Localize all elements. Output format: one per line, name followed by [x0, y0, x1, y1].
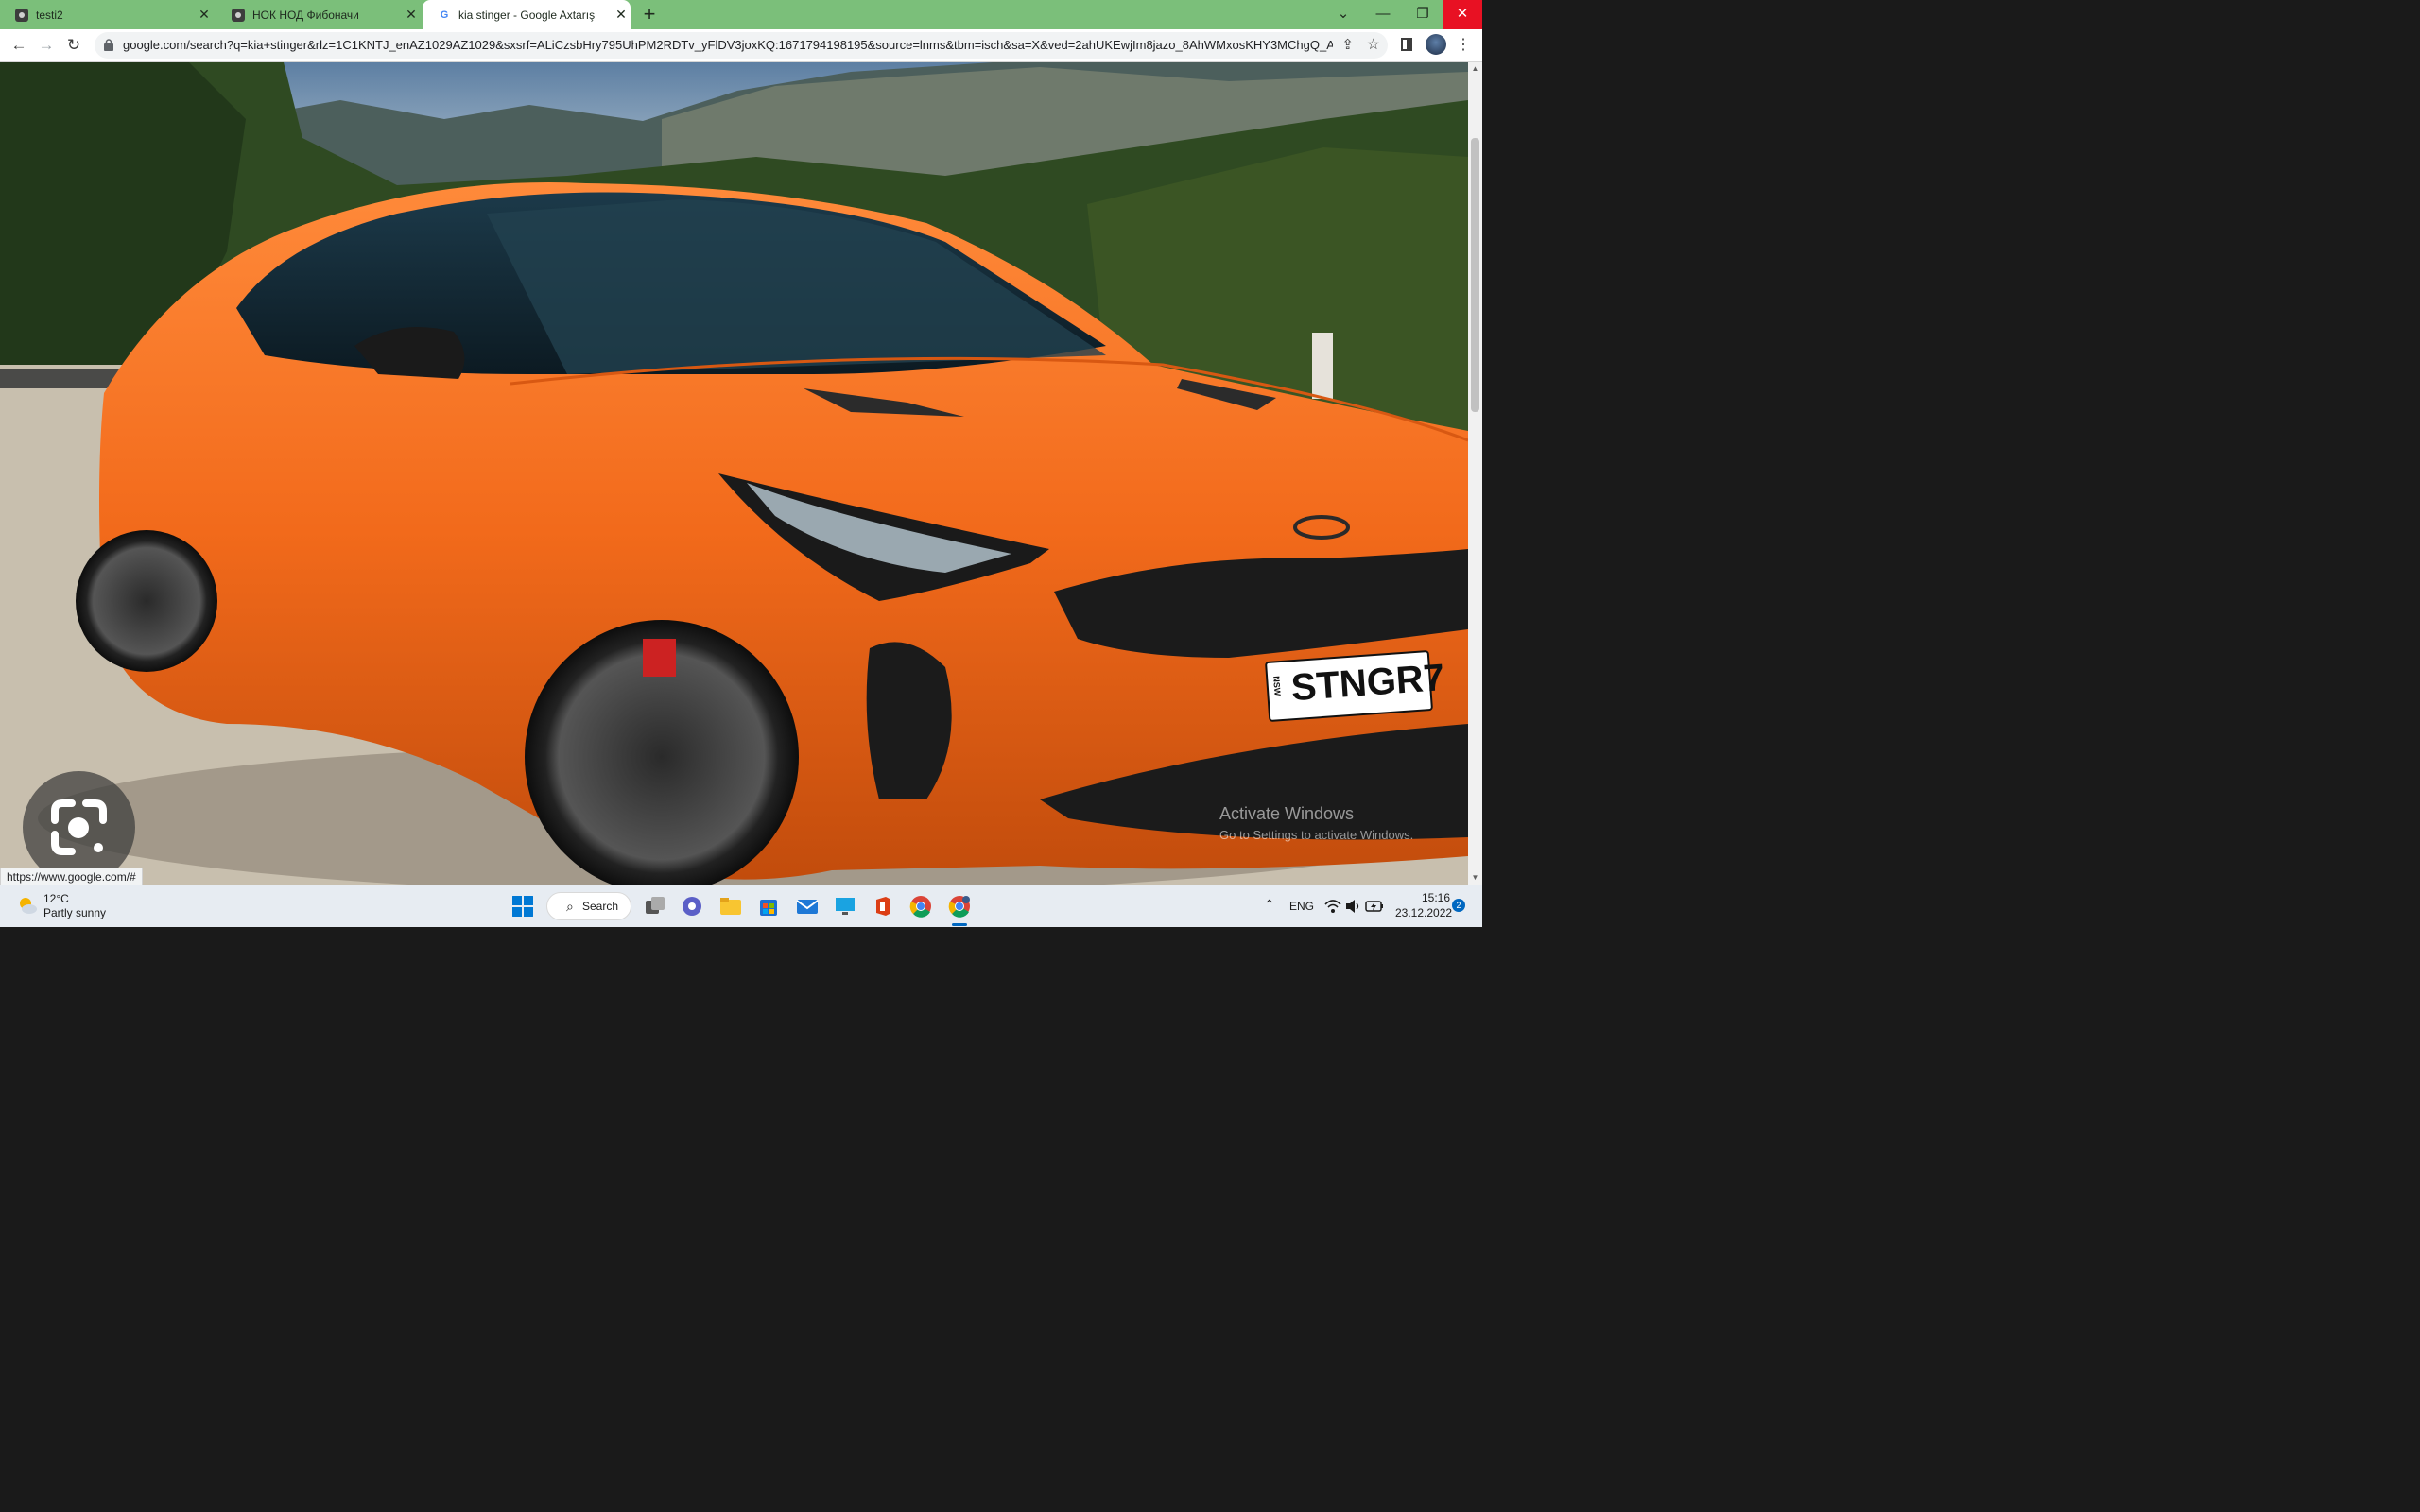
clock-date[interactable]: 23.12.2022: [1395, 906, 1452, 919]
license-plate: NSW STNGR7: [1264, 650, 1445, 722]
office-icon[interactable]: [872, 895, 894, 918]
task-view-icon[interactable]: [644, 895, 666, 918]
lock-icon[interactable]: [104, 39, 113, 51]
tab-title: testi2: [36, 8, 63, 22]
microsoft-store-icon[interactable]: [757, 895, 780, 918]
close-window-button[interactable]: ✕: [1443, 0, 1482, 29]
close-tab-icon[interactable]: ✕: [402, 7, 421, 23]
close-tab-icon[interactable]: ✕: [612, 7, 631, 23]
chat-icon[interactable]: [681, 895, 703, 918]
tab-title: kia stinger - Google Axtarış: [458, 8, 596, 22]
url-text[interactable]: google.com/search?q=kia+stinger&rlz=1C1K…: [123, 38, 1333, 52]
tab-title: НОК НОД Фибоначи: [252, 8, 359, 22]
tab-testi2[interactable]: testi2 ✕: [0, 0, 214, 29]
tab-search-button[interactable]: ⌄: [1323, 0, 1363, 29]
status-url: https://www.google.com/#: [0, 868, 143, 886]
clock-time[interactable]: 15:16: [1422, 891, 1450, 904]
windows-start-icon[interactable]: [511, 895, 534, 918]
chrome-profile-icon[interactable]: [948, 895, 971, 918]
partly-sunny-icon[interactable]: [17, 895, 38, 916]
scroll-thumb[interactable]: [1471, 138, 1479, 412]
new-tab-button[interactable]: +: [639, 4, 660, 25]
weather-description[interactable]: Partly sunny: [43, 906, 106, 919]
person-icon: [232, 8, 245, 22]
battery-icon[interactable]: [1365, 898, 1384, 915]
tab-nok-nod[interactable]: НОК НОД Фибоначи ✕: [216, 0, 421, 29]
plate-number: STNGR7: [1289, 656, 1446, 710]
search-icon: ⌕: [566, 899, 574, 914]
minimize-button[interactable]: —: [1363, 0, 1403, 29]
show-hidden-icons-icon[interactable]: ⌃: [1264, 897, 1275, 913]
address-bar[interactable]: google.com/search?q=kia+stinger&rlz=1C1K…: [95, 32, 1388, 59]
close-tab-icon[interactable]: ✕: [195, 7, 214, 23]
google-icon: G: [438, 8, 451, 22]
restore-button[interactable]: ❐: [1403, 0, 1443, 29]
file-explorer-icon[interactable]: [719, 895, 742, 918]
car-photo: [0, 62, 1468, 885]
wifi-icon[interactable]: [1324, 898, 1341, 915]
taskbar-search[interactable]: ⌕ Search: [546, 892, 631, 920]
chrome-icon[interactable]: [909, 895, 932, 918]
taskbar-search-label: Search: [582, 900, 619, 913]
mail-icon[interactable]: [796, 895, 819, 918]
forward-button[interactable]: →: [35, 34, 58, 57]
chrome-menu-button[interactable]: ⋮: [1456, 34, 1471, 57]
volume-icon[interactable]: [1345, 898, 1360, 915]
share-icon[interactable]: ⇪: [1341, 36, 1354, 53]
scroll-down-icon[interactable]: ▼: [1468, 871, 1482, 885]
scrollbar[interactable]: ▲ ▼: [1468, 62, 1482, 885]
taskbar: 12°C Partly sunny ⌕ Search ⌃ ENG 15:16 2…: [0, 885, 1482, 927]
scroll-up-icon[interactable]: ▲: [1468, 62, 1482, 76]
tab-strip: testi2 ✕ НОК НОД Фибоначи ✕ G kia stinge…: [0, 0, 1482, 29]
active-app-indicator: [952, 923, 967, 926]
back-button[interactable]: ←: [8, 34, 30, 57]
profile-avatar[interactable]: [1426, 34, 1446, 55]
activate-windows-title: Activate Windows: [1219, 804, 1355, 823]
tab-kia-stinger[interactable]: G kia stinger - Google Axtarış ✕: [423, 0, 631, 29]
remote-desktop-icon[interactable]: [834, 895, 856, 918]
notification-badge[interactable]: 2: [1452, 899, 1465, 912]
person-icon: [15, 8, 28, 22]
weather-temperature[interactable]: 12°C: [43, 892, 69, 905]
side-panel-icon[interactable]: [1401, 38, 1412, 51]
image-viewer[interactable]: NSW STNGR7 Activate Windows Go to Settin…: [0, 62, 1468, 885]
plate-state: NSW: [1271, 675, 1283, 696]
language-indicator[interactable]: ENG: [1289, 900, 1314, 913]
browser-toolbar: ← → ↻ google.com/search?q=kia+stinger&rl…: [0, 29, 1482, 62]
bookmark-star-icon[interactable]: ☆: [1367, 35, 1380, 54]
activate-windows-subtitle: Go to Settings to activate Windows.: [1219, 828, 1414, 842]
reload-button[interactable]: ↻: [62, 34, 85, 57]
